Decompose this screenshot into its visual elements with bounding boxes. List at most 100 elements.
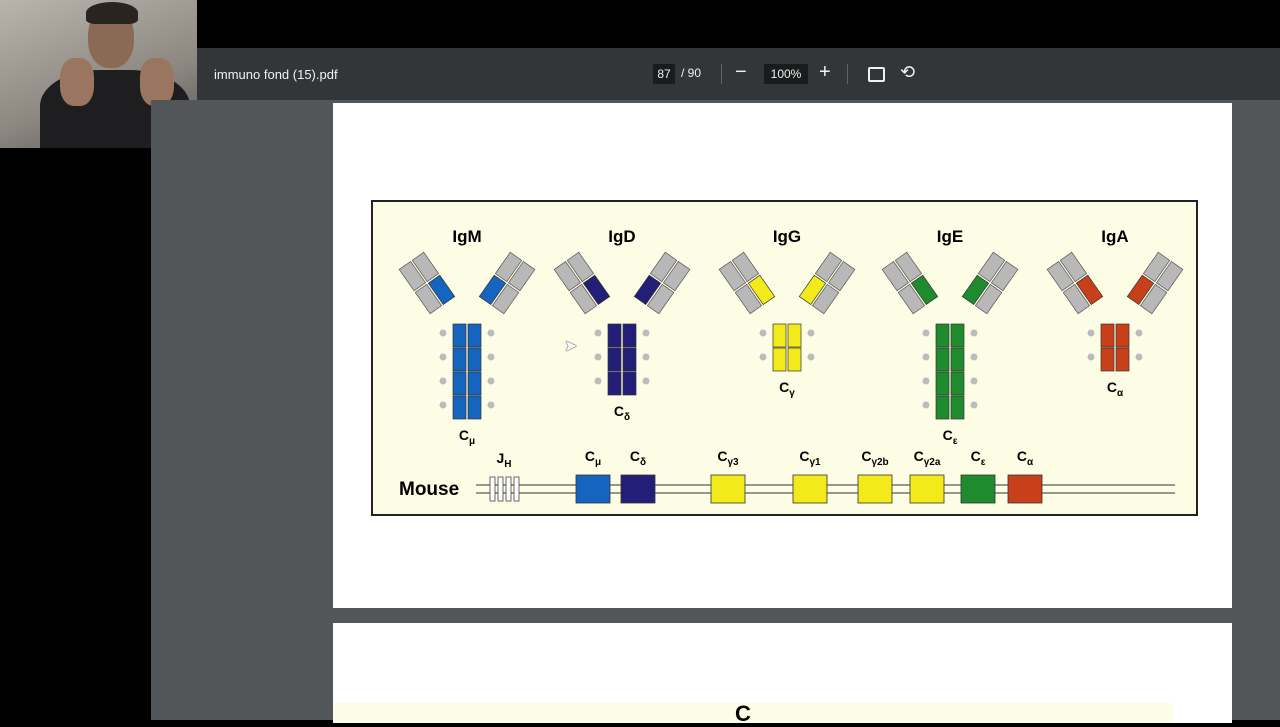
constant-region-label: Cα xyxy=(1107,379,1124,399)
antibody-arm xyxy=(881,251,939,315)
glycan-dot xyxy=(1135,353,1143,361)
constant-region-label: Cε xyxy=(943,427,958,447)
antibody-igd: IgD Cδ xyxy=(553,227,691,423)
glycan-dot xyxy=(1135,329,1143,337)
heavy-chain-domain xyxy=(935,395,950,420)
gene-label: Cγ2b xyxy=(861,448,888,468)
antibody-arm xyxy=(961,251,1019,315)
antibody-isotype-figure: IgM Cμ IgD Cδ IgG Cγ IgE Cε IgA Cα Mouse JH Cμ Cδ Cγ3 C… xyxy=(371,200,1198,516)
glycan-dot xyxy=(487,353,495,361)
glycan-dot xyxy=(642,329,650,337)
heavy-chain-domain xyxy=(787,347,802,372)
fit-page-icon[interactable] xyxy=(868,67,885,82)
jh-label: JH xyxy=(496,450,511,470)
glycan-dot xyxy=(1087,353,1095,361)
constant-region-label: Cγ xyxy=(779,379,795,399)
species-label: Mouse xyxy=(399,479,459,500)
glycan-dot xyxy=(922,353,930,361)
rotate-icon[interactable]: ⟲ xyxy=(900,62,915,83)
mouse-cursor-icon: ➤ xyxy=(564,338,578,355)
gene-label: Cδ xyxy=(630,448,646,468)
glycan-dot xyxy=(807,353,815,361)
antibody-arm xyxy=(718,251,776,315)
heavy-chain-domain xyxy=(452,371,467,396)
glycan-dot xyxy=(487,401,495,409)
heavy-chain-domain xyxy=(935,347,950,372)
pdf-page: IgM Cμ IgD Cδ IgG Cγ IgE Cε IgA Cα Mouse JH Cμ Cδ Cγ3 C… xyxy=(333,103,1232,608)
zoom-out-button[interactable]: − xyxy=(735,60,747,84)
gene-label: Cγ3 xyxy=(717,448,739,468)
antibody-igm: IgM Cμ xyxy=(398,227,536,447)
heavy-chain-domain xyxy=(607,323,622,348)
divider xyxy=(721,64,722,84)
glycan-dot xyxy=(594,377,602,385)
antibody-igg: IgG Cγ xyxy=(718,227,856,399)
pdf-viewer[interactable]: IgM Cμ IgD Cδ IgG Cγ IgE Cε IgA Cα Mouse JH Cμ Cδ Cγ3 C… xyxy=(151,100,1280,726)
antibody-title: IgE xyxy=(937,227,963,246)
glycan-dot xyxy=(439,377,447,385)
heavy-chain-domain xyxy=(1100,323,1115,348)
page-total: / 90 xyxy=(681,66,702,80)
heavy-chain-domain xyxy=(452,347,467,372)
antibody-title: IgD xyxy=(608,227,635,246)
glycan-dot xyxy=(922,329,930,337)
glycan-dot xyxy=(1087,329,1095,337)
pdf-toolbar: immuno fond (15).pdf 87 / 90 − 100% + ⟲ xyxy=(197,48,1280,100)
antibody-arm xyxy=(478,251,536,315)
heavy-chain-domain xyxy=(950,347,965,372)
heavy-chain-domain xyxy=(607,347,622,372)
glycan-dot xyxy=(594,353,602,361)
antibody-arm xyxy=(398,251,456,315)
zoom-in-button[interactable]: + xyxy=(819,60,831,84)
page-number-input[interactable]: 87 xyxy=(653,64,675,84)
antibody-iga: IgA Cα xyxy=(1046,227,1184,399)
gene-label: Cγ2a xyxy=(914,448,941,468)
heavy-chain-domain xyxy=(452,323,467,348)
gene-label: Cε xyxy=(971,448,986,468)
gene-segment xyxy=(909,474,945,504)
glycan-dot xyxy=(970,377,978,385)
heavy-chain-domain xyxy=(467,395,482,420)
gene-segment xyxy=(1007,474,1043,504)
gene-segment xyxy=(960,474,996,504)
left-black-area xyxy=(0,148,151,720)
gene-segment xyxy=(792,474,828,504)
glycan-dot xyxy=(922,377,930,385)
glycan-dot xyxy=(487,329,495,337)
antibody-title: IgG xyxy=(773,227,801,246)
heavy-chain-domain xyxy=(772,323,787,348)
heavy-chain-domain xyxy=(467,323,482,348)
antibody-title: IgA xyxy=(1101,227,1128,246)
constant-region-label: Cμ xyxy=(459,427,475,447)
jh-segment xyxy=(489,476,496,502)
heavy-chain-domain xyxy=(622,323,637,348)
gene-label: Cμ xyxy=(585,448,601,468)
zoom-input[interactable]: 100% xyxy=(764,64,808,84)
heavy-chain-domain xyxy=(467,347,482,372)
glycan-dot xyxy=(970,329,978,337)
glycan-dot xyxy=(807,329,815,337)
antibody-arm xyxy=(1046,251,1104,315)
gene-segment xyxy=(620,474,656,504)
heavy-chain-domain xyxy=(935,371,950,396)
heavy-chain-domain xyxy=(622,371,637,396)
divider xyxy=(847,64,848,84)
antibody-arm xyxy=(553,251,611,315)
glycan-dot xyxy=(594,329,602,337)
constant-region-label: Cδ xyxy=(614,403,630,423)
glycan-dot xyxy=(759,329,767,337)
glycan-dot xyxy=(759,353,767,361)
glycan-dot xyxy=(439,329,447,337)
jh-segment xyxy=(513,476,520,502)
glycan-dot xyxy=(642,377,650,385)
heavy-chain-domain xyxy=(950,371,965,396)
antibody-arm xyxy=(1126,251,1184,315)
antibody-title: IgM xyxy=(452,227,481,246)
heavy-chain-domain xyxy=(607,371,622,396)
gene-segment xyxy=(575,474,611,504)
antibody-ige: IgE Cε xyxy=(881,227,1019,447)
antibody-arm xyxy=(798,251,856,315)
page2-partial-text: C xyxy=(735,701,751,726)
heavy-chain-domain xyxy=(467,371,482,396)
glycan-dot xyxy=(439,353,447,361)
